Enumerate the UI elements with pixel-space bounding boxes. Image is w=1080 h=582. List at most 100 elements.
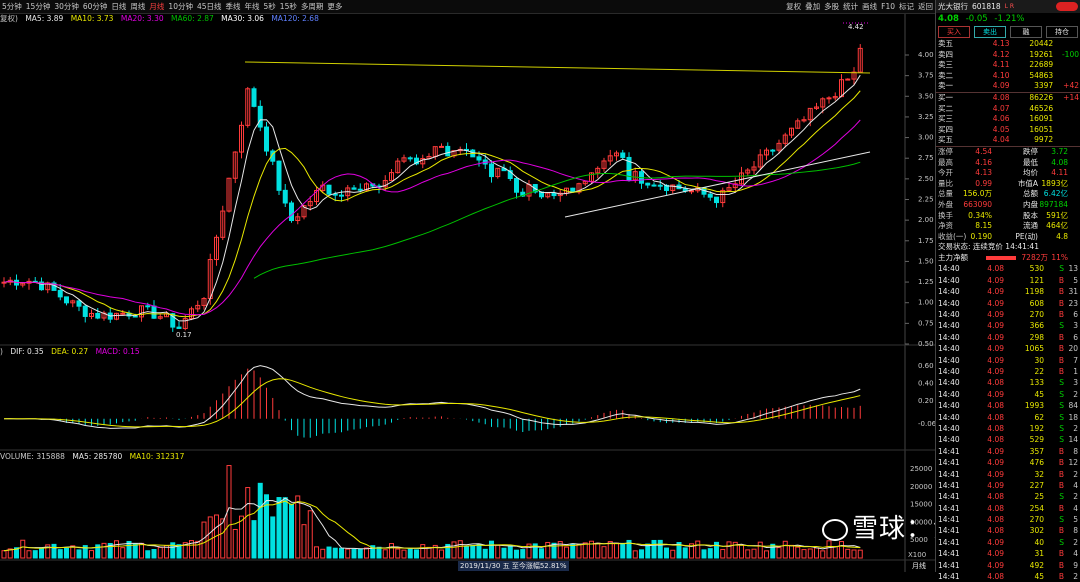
volume-bar [376,546,382,559]
trade-side: B [1058,549,1064,559]
candle-body [64,296,69,304]
volume-bar [501,547,507,559]
ask-price: 4.09 [992,81,1010,91]
ask-volume: 20442 [1029,39,1054,48]
close-toggle[interactable] [1056,2,1078,11]
trade-price: 4.09 [987,344,1004,354]
trade-volume: 1993 [1024,401,1044,411]
macd-label: MACD: 0.15 [95,347,140,356]
dif-label: DIF: 0.35 [10,347,44,356]
volume-bar [26,550,32,559]
volume-bar [464,546,469,559]
volume-bar [801,549,807,559]
trade-volume: 45 [1034,572,1044,582]
macd-axis-label: 0.40 [918,380,934,388]
trade-price: 4.08 [987,423,1004,433]
bid-price: 4.06 [992,114,1010,124]
volume-bar [795,546,801,559]
trade-price: 4.09 [987,310,1004,320]
candle-body [176,326,182,329]
volume-bar [514,549,519,559]
high-annotation: 4.42 [848,23,864,31]
trade-side: S [1059,264,1064,274]
quote-value: 591亿 [1046,210,1068,220]
trade-row: 14:40 4.08 529 S 14 [936,434,1080,445]
volume-bar [851,549,857,559]
volume-bar [132,543,138,559]
quote-value: 4.13 [975,168,992,178]
volume-bar [407,548,413,559]
trade-count: 3 [1073,321,1078,331]
trade-time: 14:41 [938,480,960,490]
buy-button[interactable]: 买入 [938,26,970,38]
position-button[interactable]: 持仓 [1046,26,1078,38]
volume-bar [682,547,688,559]
trade-time: 14:40 [938,344,960,354]
trade-price: 4.08 [987,435,1004,445]
trade-volume: 357 [1029,446,1044,456]
book-row: 买二 4.07 46526 [936,104,1080,115]
price-axis-label: 0.50 [918,340,934,348]
volume-bar [707,548,713,559]
ask-label: 卖二 [938,70,953,80]
quote-row: 收益(一) 0.190 PE(动) 4.8 [936,232,1080,243]
price-axis-label: 1.50 [918,257,934,265]
trade-volume: 254 [1029,503,1044,513]
trade-count: 3 [1073,378,1078,388]
trade-volume: 32 [1034,469,1044,479]
volume-bar [320,548,326,559]
sell-button[interactable]: 卖出 [974,26,1006,38]
trade-side: S [1059,378,1064,388]
trade-count: 13 [1068,264,1078,274]
trade-row: 14:40 4.09 1065 B 20 [936,343,1080,354]
candle-body [551,192,557,197]
trade-side: B [1058,503,1064,513]
trade-time: 14:40 [938,287,960,297]
trade-row: 14:41 4.08 302 B 8 [936,525,1080,536]
ma30-label: MA30: 3.06 [221,14,264,23]
trade-volume: 31 [1034,549,1044,559]
price-axis-label: 1.00 [918,299,934,307]
price-axis-label: 1.75 [918,237,934,245]
price-axis-label: 2.75 [918,154,934,162]
volume-bar [364,547,369,559]
trade-count: 5 [1073,515,1078,525]
volume-bar [139,542,144,559]
trade-side: B [1058,572,1064,582]
quote-label: 换手 [938,210,953,220]
trade-volume: 492 [1029,560,1044,570]
book-row: 买四 4.05 16051 [936,125,1080,136]
quote-value: 1893亿 [1041,178,1068,188]
volume-bar [307,510,313,559]
quote-label: 涨停 [938,146,953,156]
quote-row: 今开 4.13 均价 4.11 [936,168,1080,179]
candle-body [357,188,363,191]
candle-body [651,184,657,187]
trade-time: 14:41 [938,560,960,570]
quote-label: 总量 [938,189,953,199]
trade-row: 14:41 4.09 31 B 4 [936,548,1080,559]
trend-line-top [244,61,871,74]
trade-ticks[interactable]: 14:40 4.08 530 S 13 14:40 4.09 121 B 5 14:40 4.09 11… [936,263,1080,582]
volume-bar [639,549,644,559]
volume-bar [476,543,482,559]
candle-body [845,78,851,81]
margin-button[interactable]: 融 [1010,26,1042,38]
trade-row: 14:40 4.09 270 B 6 [936,309,1080,320]
macd-prefix: ) [0,347,3,356]
volume-bar [495,544,501,559]
volume-legend: VOLUME: 315888 MA5: 285780 MA10: 312317 [0,452,189,462]
trade-price: 4.09 [987,446,1004,456]
trade-count: 31 [1068,287,1078,297]
trade-time: 14:41 [938,526,960,536]
trade-time: 14:41 [938,537,960,547]
volume-bar [651,539,657,559]
kline-chart[interactable]: 4.00 3.75 3.50 3.25 3.00 2.75 2.50 2.25 2.00 1.75… [0,0,935,572]
bid-change: +14 [1063,92,1079,102]
trade-count: 2 [1073,537,1078,547]
book-row: 买一 4.08 86226 +14 [936,93,1080,104]
trade-count: 2 [1073,492,1078,502]
trade-time: 14:40 [938,275,960,285]
